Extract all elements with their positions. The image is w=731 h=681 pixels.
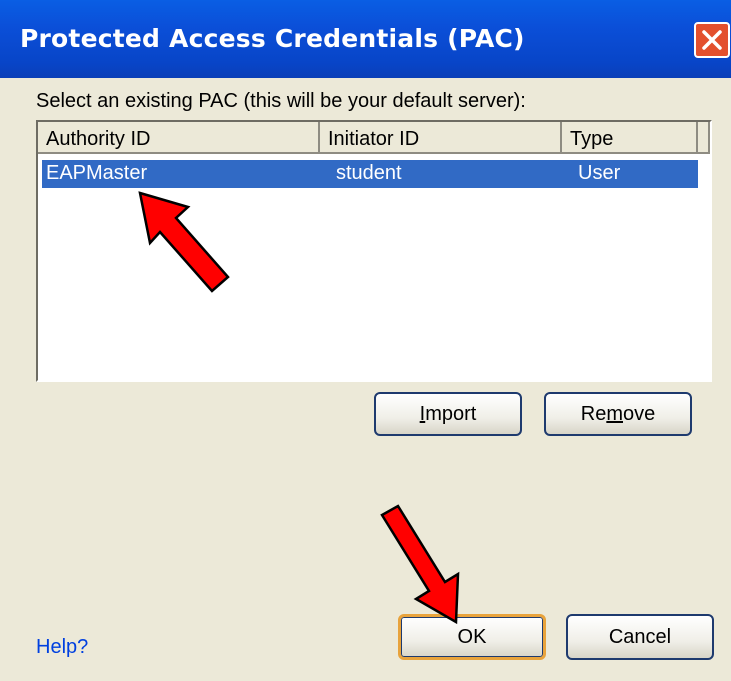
cancel-button[interactable]: Cancel (566, 614, 714, 660)
close-button[interactable] (694, 22, 730, 58)
window-title: Protected Access Credentials (PAC) (20, 24, 525, 53)
cell-type: User (578, 162, 621, 184)
column-header-initiator-id[interactable]: Initiator ID (320, 122, 562, 154)
remove-label-post: ove (623, 403, 656, 425)
remove-accesskey: m (606, 403, 623, 425)
title-bar: Protected Access Credentials (PAC) (0, 0, 731, 78)
ok-button[interactable]: OK (398, 614, 546, 660)
pac-list[interactable]: Authority ID Initiator ID Type EAPMaster… (36, 120, 712, 382)
help-link[interactable]: Help? (36, 636, 88, 659)
import-button[interactable]: Import (374, 392, 522, 436)
column-header-authority-id[interactable]: Authority ID (38, 122, 320, 154)
cell-authority-id: EAPMaster (46, 162, 148, 184)
import-label-post: mport (425, 403, 477, 425)
remove-label-pre: Re (580, 403, 607, 425)
close-icon (702, 30, 722, 50)
instruction-label: Select an existing PAC (this will be you… (36, 90, 526, 112)
column-header-type[interactable]: Type (562, 122, 698, 154)
column-header-spacer (698, 122, 710, 154)
annotation-arrow-ok-icon (380, 504, 460, 625)
remove-button[interactable]: Remove (544, 392, 692, 436)
cell-initiator-id: student (336, 162, 402, 184)
table-row-selected[interactable]: EAPMaster student User (42, 160, 698, 188)
